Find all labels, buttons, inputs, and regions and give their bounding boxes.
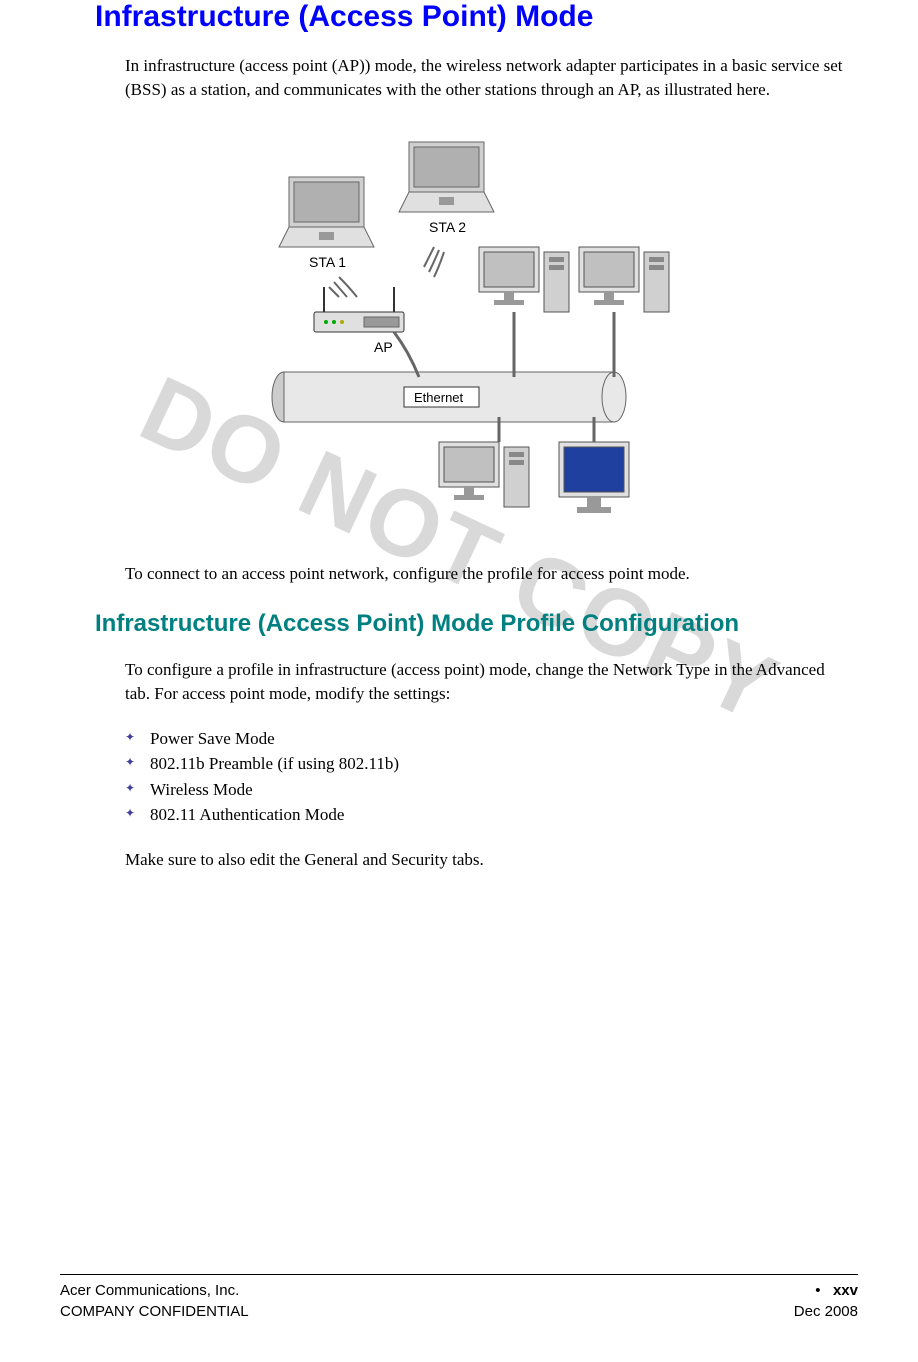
- list-item: 802.11 Authentication Mode: [125, 802, 858, 828]
- list-item: Wireless Mode: [125, 777, 858, 803]
- section-heading: Infrastructure (Access Point) Mode Profi…: [60, 610, 858, 638]
- list-item: 802.11b Preamble (if using 802.11b): [125, 751, 858, 777]
- infrastructure-diagram-svg: STA 1 STA 2: [239, 132, 679, 522]
- configure-paragraph: To configure a profile in infrastructure…: [60, 658, 858, 706]
- footer-date: Dec 2008: [794, 1301, 858, 1322]
- page-title: Infrastructure (Access Point) Mode: [60, 0, 858, 34]
- footer-confidential: COMPANY CONFIDENTIAL: [60, 1301, 249, 1322]
- settings-list: Power Save Mode 802.11b Preamble (if usi…: [60, 726, 858, 828]
- closing-paragraph: Make sure to also edit the General and S…: [60, 848, 858, 872]
- network-diagram: STA 1 STA 2: [60, 132, 858, 522]
- footer-page-number: xxv: [833, 1282, 858, 1299]
- connect-paragraph: To connect to an access point network, c…: [60, 562, 858, 586]
- ap-label: AP: [374, 339, 393, 355]
- sta1-label: STA 1: [309, 254, 346, 270]
- footer-company: Acer Communications, Inc.: [60, 1280, 239, 1301]
- intro-paragraph: In infrastructure (access point (AP)) mo…: [60, 54, 858, 102]
- footer-page-marker: •: [815, 1282, 820, 1299]
- list-item: Power Save Mode: [125, 726, 858, 752]
- page-footer: Acer Communications, Inc. • xxv COMPANY …: [60, 1274, 858, 1322]
- sta2-label: STA 2: [429, 219, 466, 235]
- ethernet-label: Ethernet: [414, 390, 464, 405]
